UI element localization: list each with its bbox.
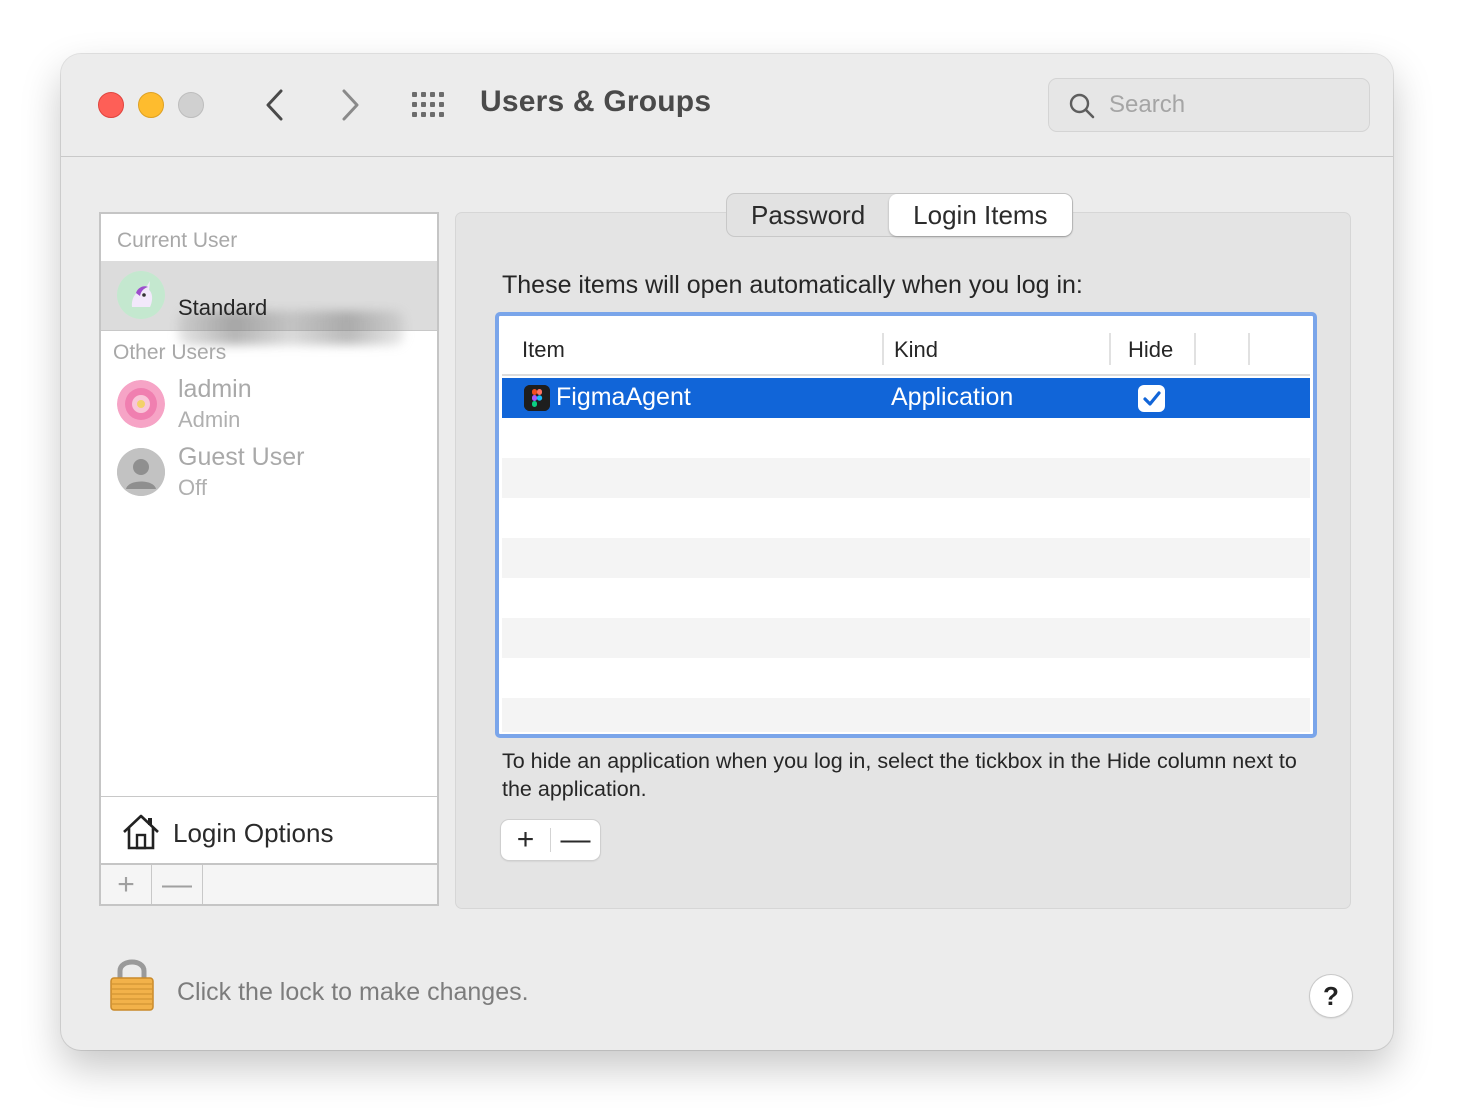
window-title: Users & Groups — [480, 85, 712, 118]
search-field[interactable] — [1048, 78, 1370, 132]
item-name: FigmaAgent — [556, 383, 691, 411]
search-icon — [1069, 93, 1095, 119]
empty-row — [502, 698, 1310, 732]
login-options-label: Login Options — [173, 818, 334, 848]
user-role: Off — [178, 475, 207, 500]
help-button[interactable]: ? — [1310, 975, 1352, 1017]
unicorn-avatar-icon — [117, 271, 165, 319]
remove-login-item-button[interactable]: — — [551, 820, 600, 860]
zoom-window-button[interactable] — [178, 92, 204, 118]
login-options-item[interactable]: Login Options — [101, 796, 437, 865]
users-sidebar: Current User Standard Other Users ladmin… — [99, 212, 439, 906]
tab-password[interactable]: Password — [727, 194, 889, 236]
current-user-heading: Current User — [117, 229, 238, 252]
lock-icon[interactable] — [109, 956, 155, 1012]
other-users-heading: Other Users — [113, 341, 227, 364]
flower-avatar-icon — [117, 380, 165, 428]
empty-row — [502, 538, 1310, 578]
login-items-table[interactable]: Item Kind Hide FigmaAgent Application — [495, 312, 1317, 738]
title-bar: Users & Groups — [61, 54, 1393, 157]
add-remove-items-control: + — — [501, 820, 600, 860]
column-divider — [882, 333, 884, 365]
hide-checkbox[interactable] — [1138, 385, 1165, 412]
empty-row — [502, 458, 1310, 498]
login-items-intro: These items will open automatically when… — [502, 271, 1083, 299]
remove-user-button[interactable]: — — [152, 865, 203, 904]
empty-row — [502, 418, 1310, 458]
house-icon — [123, 814, 159, 850]
user-role: Admin — [178, 407, 241, 432]
forward-button[interactable] — [332, 86, 368, 124]
tab-bar: Password Login Items — [726, 193, 1073, 237]
system-preferences-window: Users & Groups Current User Standard Oth… — [61, 54, 1393, 1050]
item-kind: Application — [891, 383, 1014, 411]
sidebar-footer: + — — [101, 865, 437, 904]
add-user-button[interactable]: + — [101, 865, 152, 904]
column-header-hide[interactable]: Hide — [1128, 337, 1173, 363]
user-name: Guest User — [178, 443, 305, 471]
minimize-window-button[interactable] — [138, 92, 164, 118]
current-user-row[interactable]: Standard — [101, 261, 437, 345]
search-input[interactable] — [1109, 89, 1359, 121]
user-name: ladmin — [178, 375, 252, 403]
add-login-item-button[interactable]: + — [501, 820, 550, 860]
figma-icon — [524, 385, 550, 411]
column-header-kind[interactable]: Kind — [894, 337, 938, 363]
show-all-grid-button[interactable] — [411, 90, 449, 120]
chevron-right-icon — [342, 89, 359, 121]
current-user-role: Standard — [178, 295, 268, 320]
empty-row — [502, 498, 1310, 538]
back-button[interactable] — [257, 86, 293, 124]
empty-row — [502, 658, 1310, 698]
hide-hint-text: To hide an application when you log in, … — [502, 749, 1297, 801]
table-header: Item Kind Hide — [502, 319, 1310, 376]
column-divider — [1194, 333, 1196, 365]
column-divider — [1109, 333, 1111, 365]
person-avatar-icon — [117, 448, 165, 496]
table-row[interactable]: FigmaAgent Application — [502, 378, 1310, 418]
lock-status-text: Click the lock to make changes. — [177, 978, 529, 1006]
chevron-left-icon — [266, 89, 283, 121]
empty-row — [502, 578, 1310, 618]
table-body: FigmaAgent Application — [502, 378, 1310, 732]
empty-row — [502, 618, 1310, 658]
column-header-item[interactable]: Item — [522, 337, 565, 363]
close-window-button[interactable] — [98, 92, 124, 118]
checkmark-icon — [1142, 390, 1161, 406]
tab-login-items[interactable]: Login Items — [889, 194, 1072, 236]
column-divider — [1248, 333, 1250, 365]
